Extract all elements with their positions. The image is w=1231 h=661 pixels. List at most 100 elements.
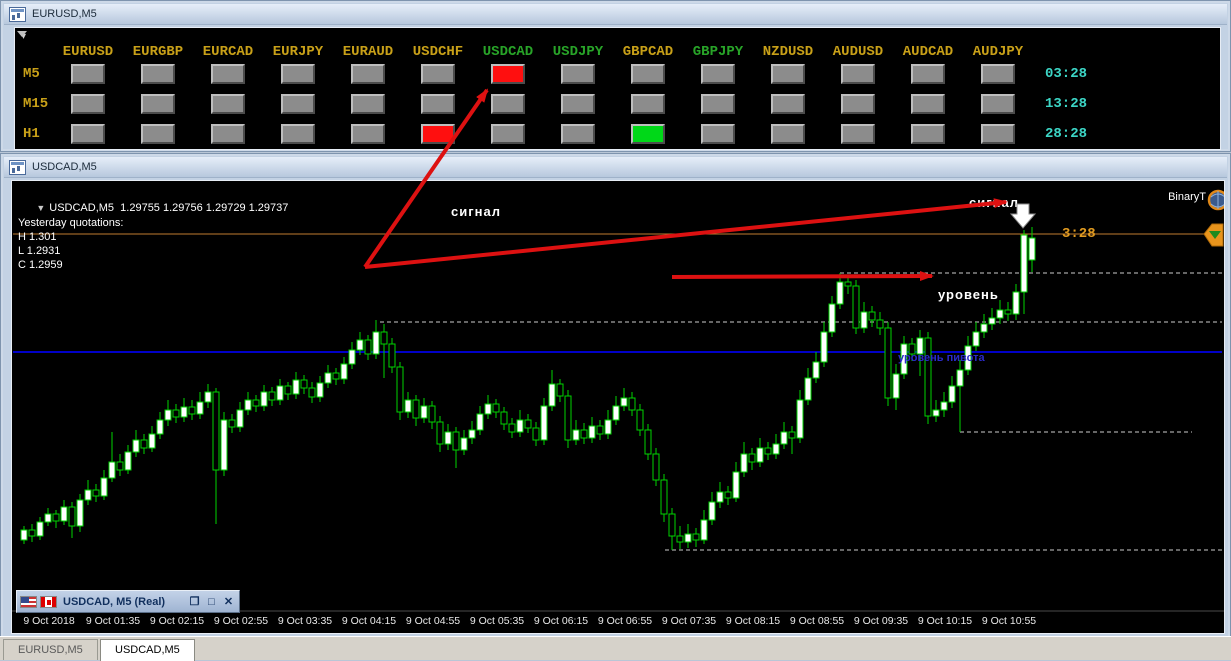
signal-square-m15-euraud[interactable] [351,94,385,114]
signal-square-m5-eurcad[interactable] [211,64,245,84]
signal-square-m15-gbpcad[interactable] [631,94,665,114]
candle-body [973,332,979,346]
candle-body [373,332,379,354]
signal-square-m15-usdchf[interactable] [421,94,455,114]
chart-tabstrip: EURUSD,M5USDCAD,M5 [0,636,1231,660]
candle-body [805,378,811,400]
signal-square-m15-eurusd[interactable] [71,94,105,114]
candle-body [677,536,683,542]
tab-eurusd-m5[interactable]: EURUSD,M5 [3,639,98,660]
signal-square-m15-audcad[interactable] [911,94,945,114]
candle-body [717,492,723,502]
yesterday-quotes-header: Yesterday quotations: [18,217,123,229]
signal-square-m5-audusd[interactable] [841,64,875,84]
close-button[interactable]: ✕ [220,595,237,608]
maximize-button[interactable]: □ [203,596,220,608]
signal-square-m15-eurgbp[interactable] [141,94,175,114]
candle-body [621,398,627,406]
pair-header-eurgbp: EURGBP [123,44,193,60]
candle-body [725,492,731,498]
candle-body [469,430,475,438]
matrix-panel[interactable]: ▾ EURUSDEURGBPEURCADEURJPYEURAUDUSDCHFUS… [14,27,1221,150]
chevron-down-icon[interactable]: ▼ [36,203,45,213]
signal-square-m5-eurjpy[interactable] [281,64,315,84]
signal-square-m5-nzdusd[interactable] [771,64,805,84]
candle-body [293,380,299,394]
signal-square-m15-audjpy[interactable] [981,94,1015,114]
signal-square-m15-usdjpy[interactable] [561,94,595,114]
signal-square-h1-usdcad[interactable] [491,124,525,144]
candle-body [213,392,219,470]
signal-square-m5-euraud[interactable] [351,64,385,84]
inner-chart-titlebar[interactable]: USDCAD, M5 (Real) ❐ □ ✕ [16,590,240,613]
candle-body [509,424,515,432]
signal-square-m15-gbpjpy[interactable] [701,94,735,114]
signal-square-h1-nzdusd[interactable] [771,124,805,144]
candle-body [485,404,491,414]
signal-square-h1-eurjpy[interactable] [281,124,315,144]
pair-header-gbpcad: GBPCAD [613,44,683,60]
annotation-text: сигнал [451,204,501,219]
signal-square-h1-euraud[interactable] [351,124,385,144]
signal-square-h1-gbpjpy[interactable] [701,124,735,144]
yesterday-close: C 1.2959 [18,259,63,271]
signal-square-h1-audjpy[interactable] [981,124,1015,144]
signal-square-h1-usdchf[interactable] [421,124,455,144]
candle-body [613,406,619,420]
signal-square-m5-usdjpy[interactable] [561,64,595,84]
candle-body [413,400,419,418]
signal-square-h1-audusd[interactable] [841,124,875,144]
pair-header-audusd: AUDUSD [823,44,893,60]
chart-window-titlebar[interactable]: USDCAD,M5 [4,157,1227,178]
candle-body [749,454,755,462]
signal-square-h1-gbpcad[interactable] [631,124,665,144]
signal-square-m15-audusd[interactable] [841,94,875,114]
candle-body [653,454,659,480]
signal-square-m5-eurusd[interactable] [71,64,105,84]
signal-square-m15-usdcad[interactable] [491,94,525,114]
signal-square-m5-usdcad[interactable] [491,64,525,84]
signal-square-m15-eurcad[interactable] [211,94,245,114]
candle-body [309,388,315,397]
matrix-window-titlebar[interactable]: EURUSD,M5 [4,4,1227,25]
candle-body [69,507,75,526]
signal-square-m5-gbpcad[interactable] [631,64,665,84]
candle-body [789,432,795,438]
pair-header-audcad: AUDCAD [893,44,963,60]
candle-body [181,407,187,417]
chart-window-icon [9,7,26,22]
candle-body [781,432,787,444]
tab-usdcad-m5[interactable]: USDCAD,M5 [100,639,195,661]
chart-window: USDCAD,M5 ▼USDCAD,M5 1.29755 1.29756 1.2… [0,153,1231,639]
candle-body [477,414,483,430]
candle-body [445,432,451,444]
candle-body [197,402,203,414]
signal-square-m5-usdchf[interactable] [421,64,455,84]
signal-square-m5-gbpjpy[interactable] [701,64,735,84]
candle-body [669,514,675,536]
signal-square-m5-audcad[interactable] [911,64,945,84]
candle-body [517,420,523,432]
signal-square-h1-audcad[interactable] [911,124,945,144]
signal-square-m15-eurjpy[interactable] [281,94,315,114]
candle-body [541,406,547,440]
signal-square-h1-eurgbp[interactable] [141,124,175,144]
signal-square-h1-eurcad[interactable] [211,124,245,144]
signal-square-h1-eurusd[interactable] [71,124,105,144]
panel-dropdown-icon[interactable]: ▾ [21,32,26,42]
candle-body [149,434,155,448]
signal-square-m5-audjpy[interactable] [981,64,1015,84]
candle-body [589,426,595,438]
chart-window-title: USDCAD,M5 [32,161,97,173]
restore-button[interactable]: ❐ [186,595,203,608]
candle-body [261,392,267,406]
yesterday-low: L 1.2931 [18,245,60,257]
signal-square-m15-nzdusd[interactable] [771,94,805,114]
pair-header-usdjpy: USDJPY [543,44,613,60]
pair-header-eurusd: EURUSD [53,44,123,60]
chart-area[interactable]: ▼USDCAD,M5 1.29755 1.29756 1.29729 1.297… [11,180,1225,634]
signal-square-m5-eurgbp[interactable] [141,64,175,84]
candle-body [93,490,99,496]
candle-body [861,312,867,328]
signal-square-h1-usdjpy[interactable] [561,124,595,144]
